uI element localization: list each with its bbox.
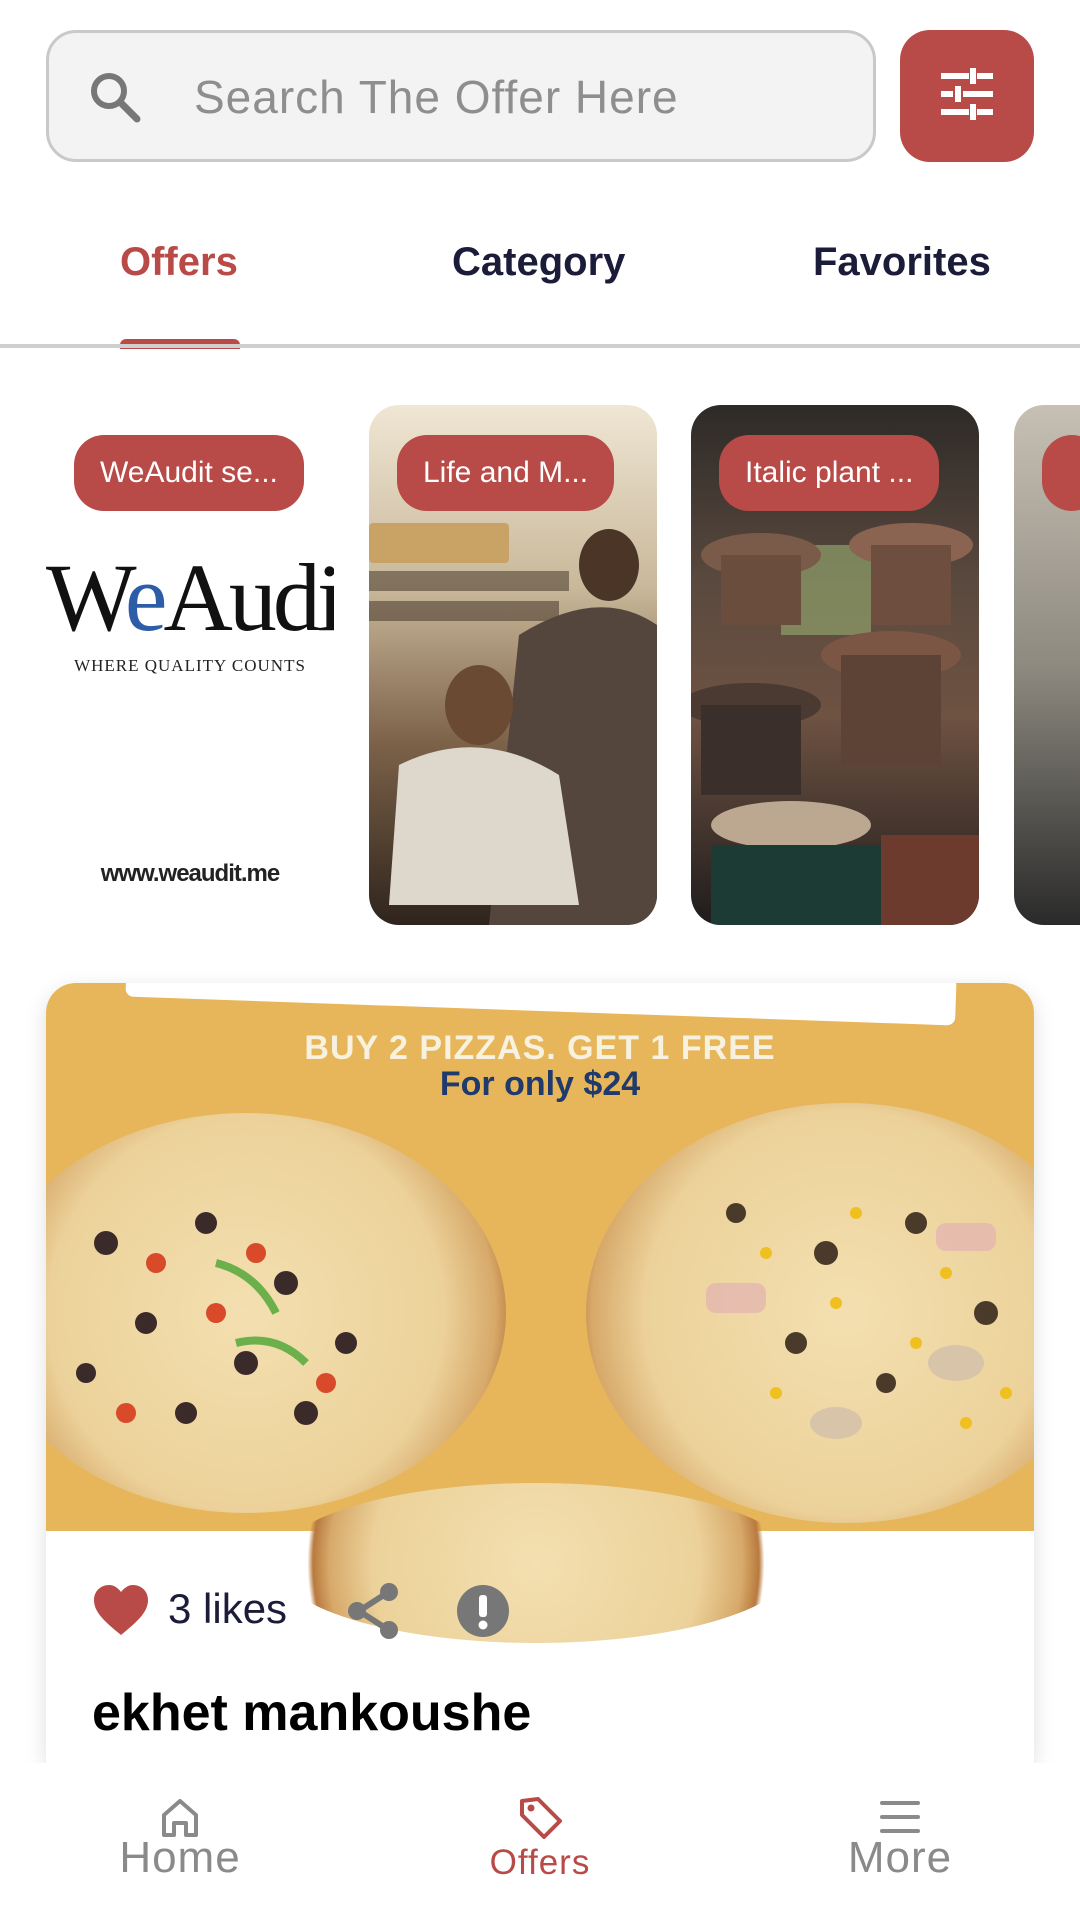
story-card-partial[interactable] <box>1014 405 1080 925</box>
story-card-weaudit[interactable]: WeAudit WHERE QUALITY COUNTS www.weaudit… <box>46 405 334 925</box>
story-badge <box>1042 435 1080 511</box>
search-input[interactable] <box>194 53 844 141</box>
report-icon[interactable] <box>455 1583 511 1639</box>
heart-icon[interactable] <box>92 1583 150 1639</box>
filter-button[interactable] <box>900 30 1034 162</box>
offer-actions: 3 likes <box>92 1579 992 1643</box>
offer-card[interactable]: BUY 2 PIZZAS. GET 1 FREE For only $24 3 … <box>46 983 1034 1763</box>
nav-more[interactable]: More <box>780 1763 1020 1917</box>
stories-carousel[interactable]: WeAudit WHERE QUALITY COUNTS www.weaudit… <box>0 405 1080 925</box>
tabs-divider <box>0 344 1080 348</box>
nav-label: Home <box>119 1833 241 1882</box>
tab-favorites[interactable]: Favorites <box>813 240 991 285</box>
tab-category[interactable]: Category <box>452 240 625 285</box>
tag-icon <box>516 1793 564 1841</box>
pizza-image <box>46 1113 506 1513</box>
tab-offers[interactable]: Offers <box>120 240 238 285</box>
logo-url: www.weaudit.me <box>100 860 280 887</box>
nav-home[interactable]: Home <box>60 1763 300 1917</box>
likes-count: 3 likes <box>168 1585 288 1632</box>
offer-title: ekhet mankoushe <box>92 1684 532 1742</box>
nav-label: Offers <box>489 1843 591 1882</box>
logo-tagline: WHERE QUALITY COUNTS <box>74 656 306 675</box>
offer-image-headline: BUY 2 PIZZAS. GET 1 FREE <box>304 1029 776 1067</box>
search-icon <box>85 67 145 127</box>
story-badge: Life and M... <box>397 435 615 511</box>
weaudit-logo: WeAudit WHERE QUALITY COUNTS <box>46 544 334 676</box>
story-card-italic-plant[interactable]: Italic plant ... <box>691 405 979 925</box>
search-box[interactable] <box>46 30 876 162</box>
nav-offers[interactable]: Offers <box>420 1763 660 1917</box>
offer-image[interactable]: BUY 2 PIZZAS. GET 1 FREE For only $24 <box>46 983 1034 1643</box>
sliders-icon <box>939 67 995 125</box>
story-card-life[interactable]: Life and M... <box>369 405 657 925</box>
nav-label: More <box>847 1833 953 1882</box>
tab-bar: Offers Category Favorites <box>0 200 1080 349</box>
pizza-image <box>586 1103 1034 1523</box>
story-badge: WeAudit se... <box>74 435 304 511</box>
offer-image-price: For only $24 <box>439 1065 641 1103</box>
story-badge: Italic plant ... <box>719 435 940 511</box>
bottom-nav: Home Offers More <box>0 1763 1080 1917</box>
offer-image-banner <box>125 983 957 1026</box>
share-icon[interactable] <box>345 1583 401 1639</box>
